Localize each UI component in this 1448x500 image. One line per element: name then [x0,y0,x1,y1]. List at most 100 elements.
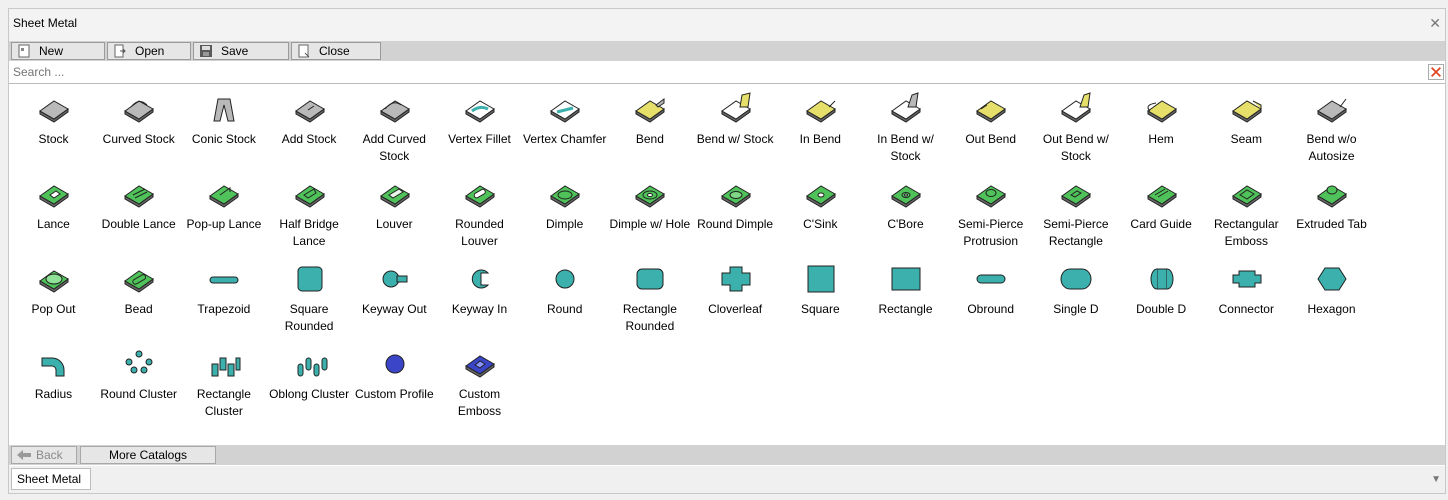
in-bend-icon [805,100,836,123]
catalog-item[interactable]: Rectangle Rounded [607,263,692,347]
catalog-item[interactable]: Round Dimple [693,178,778,262]
catalog-item[interactable]: Louver [352,178,437,262]
save-button[interactable]: Save [193,42,289,60]
catalog-item[interactable]: Single D [1033,263,1118,347]
catalog-item[interactable]: C'Bore [863,178,948,262]
catalog-item[interactable]: Vertex Chamfer [522,93,607,177]
catalog-item[interactable]: Curved Stock [96,93,181,177]
in-bend-with-stock-icon [891,92,921,123]
dimple-icon [550,185,581,208]
card-guide-icon [1146,185,1177,208]
catalog-item-label: Conic Stock [191,132,256,146]
catalog-item-label: Bend w/ Stock [696,132,774,146]
back-button[interactable]: Back [11,446,77,464]
catalog-item[interactable]: Square Rounded [267,263,352,347]
louver-icon [379,185,410,208]
window-title: Sheet Metal [13,16,78,30]
catalog-item[interactable]: C'Sink [778,178,863,262]
catalog-item[interactable]: Add Curved Stock [352,93,437,177]
catalog-item[interactable]: Out Bend [948,93,1033,177]
catalog-item[interactable]: Rectangular Emboss [1204,178,1289,262]
catalog-item[interactable]: Seam [1204,93,1289,177]
new-document-icon [18,44,30,58]
catalog-item[interactable]: Keyway Out [352,263,437,347]
catalog-item[interactable]: Hem [1119,93,1204,177]
catalog-item[interactable]: Half Bridge Lance [267,178,352,262]
catalog-item[interactable]: Dimple [522,178,607,262]
clear-search-icon[interactable] [1428,64,1444,80]
catalog-item-label: Cloverleaf [708,302,763,316]
out-bend-with-stock-icon [1061,92,1092,123]
catalog-item[interactable]: Oblong Cluster [267,348,352,432]
catalog-item[interactable]: Bead [96,263,181,347]
open-button[interactable]: Open [107,42,191,60]
catalog-item[interactable]: Rectangle Cluster [181,348,266,432]
catalog-item[interactable]: Pop-up Lance [181,178,266,262]
catalog-item[interactable]: Semi-Pierce Protrusion [948,178,1033,262]
rectangle-cluster-icon [211,357,241,377]
open-document-icon [114,44,126,58]
catalog-item[interactable]: Double D [1119,263,1204,347]
more-catalogs-button[interactable]: More Catalogs [80,446,216,464]
tab-row: Sheet Metal ▼ [9,466,1445,493]
catalog-item-label: Add Curved Stock [362,132,426,163]
catalog-item-label: Square Rounded [284,302,334,333]
tab-sheet-metal[interactable]: Sheet Metal [11,468,91,490]
catalog-item[interactable]: Extruded Tab [1289,178,1374,262]
catalog-item[interactable]: Vertex Fillet [437,93,522,177]
catalog-item-label: Half Bridge Lance [279,217,339,248]
catalog-item-label: Round Dimple [697,217,774,231]
close-button[interactable]: Close [291,42,381,60]
new-button[interactable]: New [11,42,105,60]
catalog-item[interactable]: Dimple w/ Hole [607,178,692,262]
catalog-item-label: In Bend w/ Stock [877,132,934,163]
catalog-item[interactable]: Obround [948,263,1033,347]
catalog-item[interactable]: Trapezoid [181,263,266,347]
catalog-item[interactable]: Hexagon [1289,263,1374,347]
catalog-item[interactable]: Radius [11,348,96,432]
catalog-item[interactable]: In Bend [778,93,863,177]
footer-bar: Back More Catalogs [9,445,1445,465]
catalog-item-label: Oblong Cluster [269,387,350,401]
cbore-icon [891,185,921,208]
catalog-item[interactable]: Rounded Louver [437,178,522,262]
catalog-item-label: Stock [38,132,69,146]
catalog-item[interactable]: Add Stock [267,93,352,177]
catalog-item[interactable]: Out Bend w/ Stock [1033,92,1118,177]
catalog-item[interactable]: Connector [1204,263,1289,347]
single-d-icon [1060,268,1092,290]
catalog-item-label: Square [800,302,840,316]
catalog-item[interactable]: Bend [607,93,692,177]
catalog-item[interactable]: Pop Out [11,263,96,347]
catalog-item[interactable]: Round [522,263,607,347]
catalog-item[interactable]: Custom Emboss [437,348,522,432]
catalog-item[interactable]: Bend w/ Stock [693,92,778,177]
catalog-item-label: Add Stock [281,132,337,146]
catalog-item[interactable]: Conic Stock [181,93,266,177]
chevron-down-icon[interactable]: ▼ [1431,474,1441,485]
close-window-icon[interactable]: ✕ [1429,15,1441,32]
catalog-item-label: Round [547,302,583,316]
catalog-item[interactable]: Lance [11,178,96,262]
catalog-item[interactable]: Bend w/o Autosize [1289,93,1374,177]
catalog-item[interactable]: Stock [11,93,96,177]
catalog-item[interactable]: Square [778,263,863,347]
search-input[interactable] [9,63,1429,81]
catalog-item[interactable]: Rectangle [863,263,948,347]
catalog-item[interactable]: Round Cluster [96,348,181,432]
catalog-item-label: Keyway Out [361,302,427,316]
catalog-item-label: Custom Profile [354,387,434,401]
vertex-fillet-icon [465,100,495,123]
catalog-item-label: Dimple [546,217,584,231]
toolbar: New Open Save Close [9,41,1445,61]
catalog-item[interactable]: Keyway In [437,263,522,347]
catalog-item[interactable]: Semi-Pierce Rectangle [1033,178,1118,262]
catalog-item[interactable]: Cloverleaf [693,263,778,347]
catalog-item[interactable]: Double Lance [96,178,181,262]
bend-icon [635,98,666,123]
catalog-item[interactable]: In Bend w/ Stock [863,92,948,177]
curved-stock-icon [124,100,155,123]
catalog-item[interactable]: Card Guide [1119,178,1204,262]
catalog-item-label: Out Bend w/ Stock [1042,132,1109,163]
catalog-item[interactable]: Custom Profile [352,348,437,432]
